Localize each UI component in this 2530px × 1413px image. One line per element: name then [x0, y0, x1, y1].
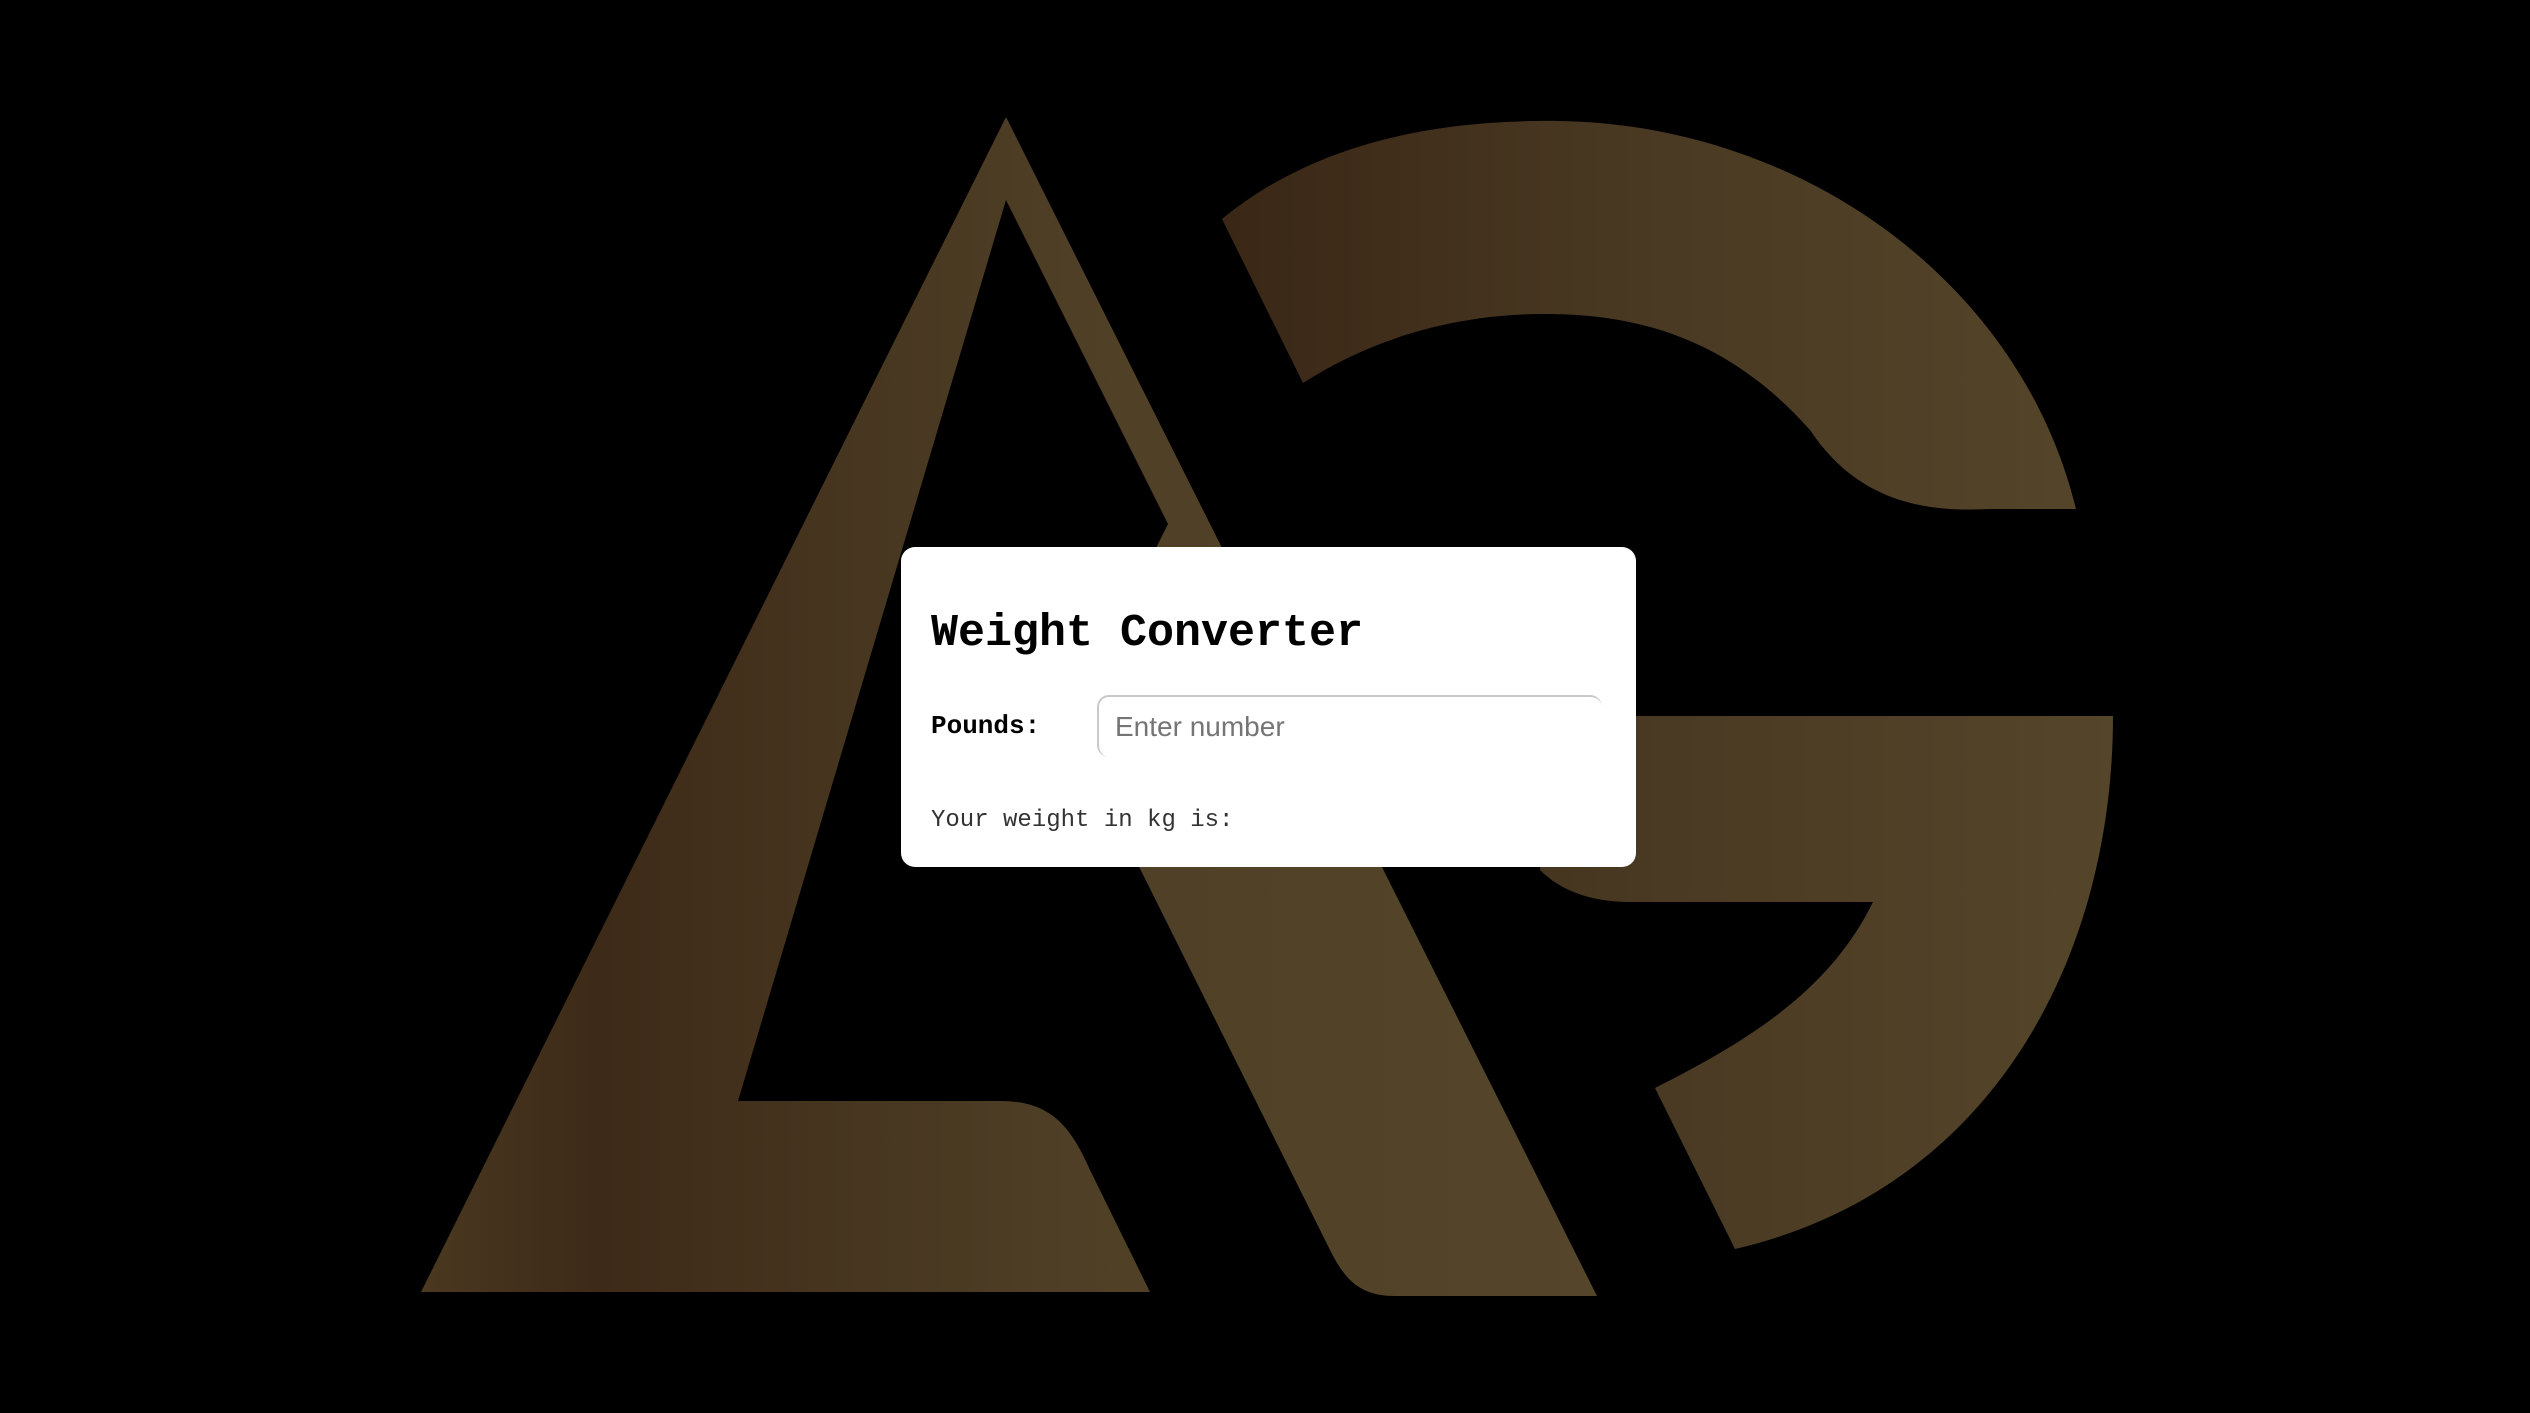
converter-card: Weight Converter Pounds: Your weight in … [901, 547, 1636, 867]
page-title: Weight Converter [931, 608, 1364, 659]
pounds-input[interactable] [1097, 695, 1602, 757]
page-background: Weight Converter Pounds: Your weight in … [0, 0, 2530, 1413]
result-text: Your weight in kg is: [931, 807, 1234, 834]
pounds-label: Pounds: [931, 711, 1041, 741]
pounds-row: Pounds: [931, 695, 1606, 757]
